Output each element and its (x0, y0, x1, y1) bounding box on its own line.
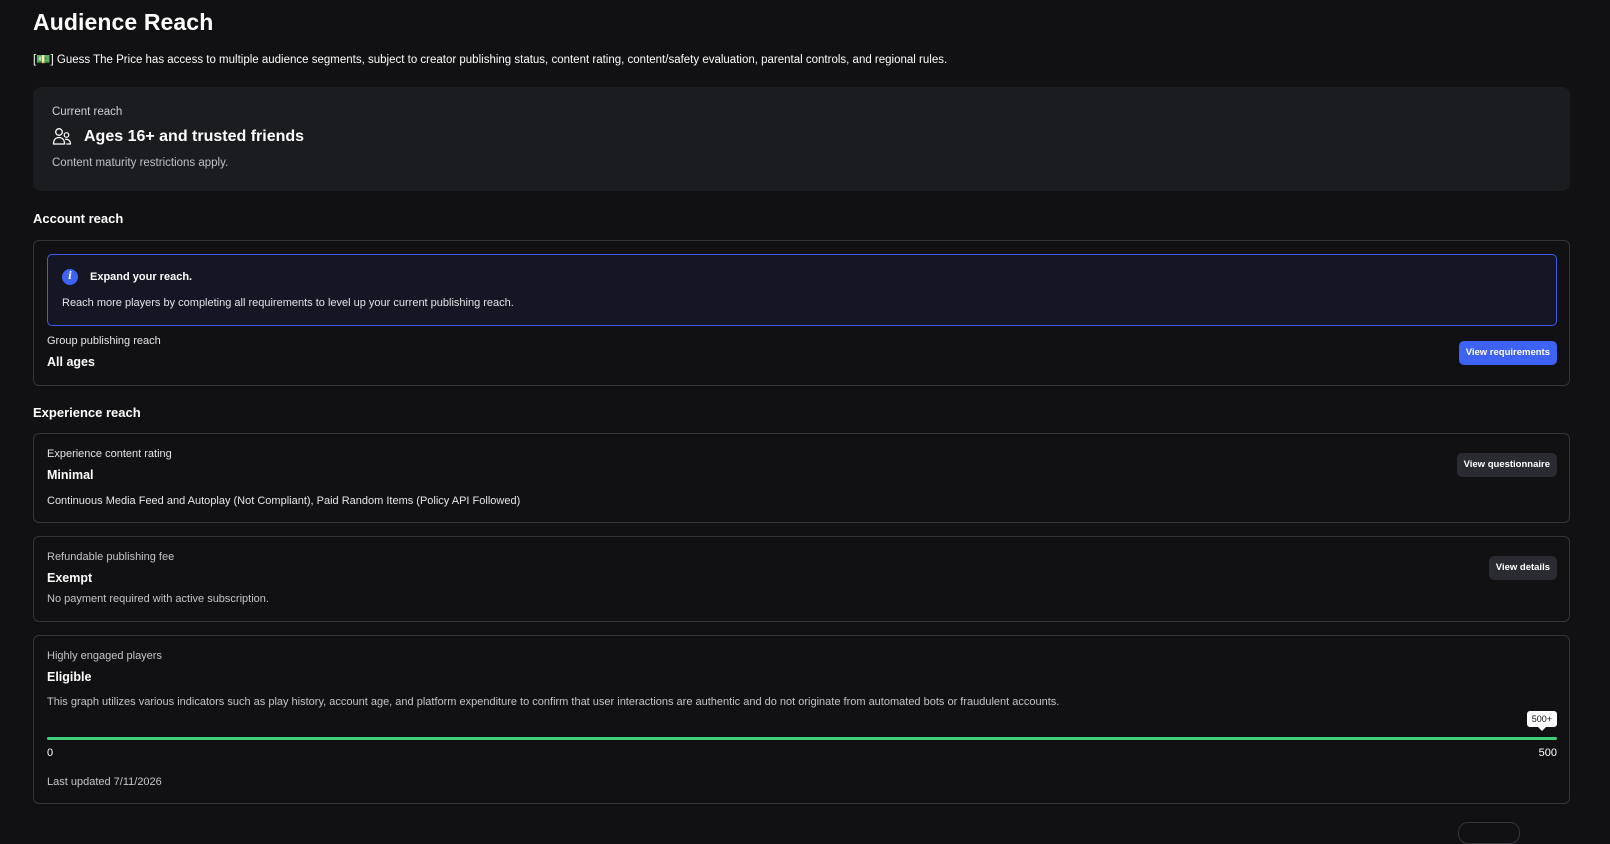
engagement-progress-fill (47, 737, 1557, 740)
publishing-fee-value: Exempt (47, 571, 93, 585)
content-rating-value: Minimal (47, 468, 94, 482)
progress-max-label: 500 (1538, 747, 1557, 759)
last-updated-text: Last updated 7/11/2026 (47, 776, 162, 788)
view-questionnaire-button[interactable]: View questionnaire (1456, 453, 1557, 477)
view-details-button[interactable]: View details (1488, 556, 1557, 580)
notice-title: Expand your reach. (90, 271, 193, 283)
page-title: Audience Reach (33, 9, 214, 35)
current-reach-title: Ages 16+ and trusted friends (84, 128, 305, 145)
next-card-control[interactable] (1458, 822, 1520, 844)
group-publishing-reach-value: All ages (47, 355, 95, 369)
publishing-fee-label: Refundable publishing fee (47, 551, 175, 563)
engaged-players-card: Highly engaged players Eligible This gra… (33, 635, 1570, 804)
info-icon: i (62, 269, 78, 285)
content-rating-label: Experience content rating (47, 448, 172, 460)
engagement-progress-track (47, 737, 1557, 740)
account-reach-card: i Expand your reach. Reach more players … (33, 240, 1570, 386)
current-reach-subtitle: Content maturity restrictions apply. (52, 157, 229, 169)
current-reach-card: Current reach Ages 16+ and trusted frien… (33, 87, 1570, 191)
current-reach-label: Current reach (52, 106, 123, 118)
progress-tooltip: 500+ (1526, 711, 1557, 731)
experience-reach-heading: Experience reach (33, 405, 141, 420)
group-publishing-reach-label: Group publishing reach (47, 335, 161, 347)
account-reach-heading: Account reach (33, 211, 124, 226)
engaged-players-value: Eligible (47, 670, 92, 684)
publishing-fee-card: Refundable publishing fee Exempt No paym… (33, 536, 1570, 622)
users-icon (52, 128, 72, 145)
progress-min-label: 0 (47, 747, 54, 759)
expand-reach-notice: i Expand your reach. Reach more players … (47, 254, 1557, 326)
publishing-fee-description: No payment required with active subscrip… (47, 593, 269, 605)
content-rating-card: Experience content rating Minimal Contin… (33, 433, 1570, 523)
intro-text: [💵] Guess The Price has access to multip… (33, 54, 948, 66)
content-rating-description: Continuous Media Feed and Autoplay (Not … (47, 495, 521, 507)
notice-text: Reach more players by completing all req… (62, 297, 514, 309)
engaged-players-label: Highly engaged players (47, 650, 162, 662)
engaged-players-description: This graph utilizes various indicators s… (47, 696, 1060, 708)
view-requirements-button[interactable]: View requirements (1458, 341, 1557, 365)
